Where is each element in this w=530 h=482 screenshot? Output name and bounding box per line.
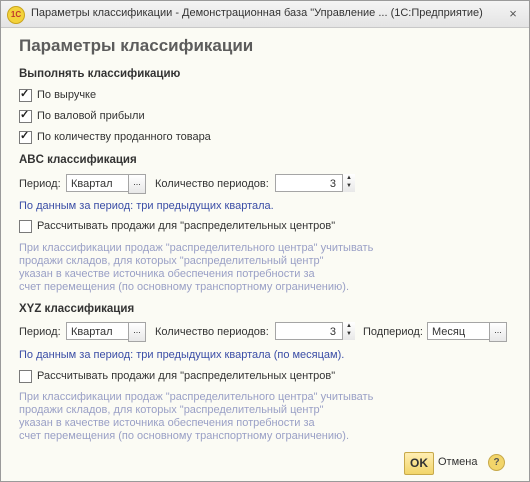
checkbox-label: По выручке [37, 89, 97, 101]
xyz-count-input[interactable]: 3 ▲ ▼ [275, 322, 355, 340]
dialog-window: 1С Параметры классификации - Демонстраци… [0, 0, 530, 482]
xyz-count-spinner[interactable]: ▲ ▼ [342, 322, 355, 340]
xyz-count-value: 3 [329, 326, 336, 338]
checkbox-gross-profit[interactable]: По валовой прибыли [19, 108, 145, 124]
checkbox-icon[interactable] [19, 219, 32, 233]
checkbox-icon[interactable] [19, 87, 32, 102]
abc-period-label: Период: [19, 178, 61, 190]
abc-count-label: Количество периодов: [155, 178, 269, 190]
checkbox-icon[interactable] [19, 108, 32, 123]
abc-count-spinner[interactable]: ▲ ▼ [342, 174, 355, 192]
checkbox-label: По количеству проданного товара [37, 131, 211, 143]
checkbox-label: По валовой прибыли [37, 110, 145, 122]
xyz-period-input[interactable]: Квартал ... [66, 322, 146, 342]
xyz-dc-checkbox[interactable]: Рассчитывать продажи для "распределитель… [19, 368, 335, 384]
abc-period-input[interactable]: Квартал ... [66, 174, 146, 194]
checkbox-label: Рассчитывать продажи для "распределитель… [37, 370, 336, 382]
abc-count-value: 3 [329, 178, 336, 190]
checkbox-icon[interactable] [19, 129, 32, 144]
xyz-subperiod-label: Подпериод: [363, 326, 423, 338]
spin-up-icon[interactable]: ▲ [343, 322, 355, 330]
hint-line: продажи складов, для которых "распредели… [19, 255, 324, 267]
spin-down-icon[interactable]: ▼ [343, 330, 355, 338]
1c-logo-icon: 1С [7, 6, 25, 24]
checkbox-quantity-sold[interactable]: По количеству проданного товара [19, 129, 211, 145]
title-bar: 1С Параметры классификации - Демонстраци… [1, 1, 529, 28]
xyz-period-info: По данным за период: три предыдущих квар… [19, 349, 345, 361]
hint-line: счет перемещения (по основному транспорт… [19, 430, 349, 442]
hint-line: При классификации продаж "распределитель… [19, 242, 374, 254]
xyz-heading: XYZ классификация [19, 303, 135, 315]
abc-dc-checkbox[interactable]: Рассчитывать продажи для "распределитель… [19, 218, 335, 234]
hint-line: счет перемещения (по основному транспорт… [19, 281, 349, 293]
hint-line: указан в качестве источника обеспечения … [19, 417, 315, 429]
xyz-count-label: Количество периодов: [155, 326, 269, 338]
help-icon[interactable]: ? [488, 454, 505, 471]
xyz-hint: При классификации продаж "распределитель… [19, 391, 373, 443]
classify-heading: Выполнять классификацию [19, 68, 181, 80]
xyz-period-label: Период: [19, 326, 61, 338]
spin-down-icon[interactable]: ▼ [343, 182, 355, 190]
hint-line: продажи складов, для которых "распредели… [19, 404, 324, 416]
hint-line: При классификации продаж "распределитель… [19, 391, 374, 403]
spin-up-icon[interactable]: ▲ [343, 174, 355, 182]
checkbox-icon[interactable] [19, 369, 32, 383]
form-title: Параметры классификации [19, 36, 254, 55]
hint-line: указан в качестве источника обеспечения … [19, 268, 315, 280]
abc-period-info: По данным за период: три предыдущих квар… [19, 200, 274, 212]
cancel-button[interactable]: Отмена [438, 456, 477, 468]
ok-button[interactable]: OK [404, 452, 434, 475]
abc-hint: При классификации продаж "распределитель… [19, 242, 373, 294]
xyz-subperiod-select-button[interactable]: ... [489, 322, 507, 342]
checkbox-revenue[interactable]: По выручке [19, 87, 96, 103]
checkbox-label: Рассчитывать продажи для "распределитель… [37, 220, 336, 232]
abc-heading: ABC классификация [19, 154, 137, 166]
xyz-period-select-button[interactable]: ... [128, 322, 146, 342]
abc-count-input[interactable]: 3 ▲ ▼ [275, 174, 355, 192]
abc-period-select-button[interactable]: ... [128, 174, 146, 194]
close-icon[interactable]: × [505, 6, 521, 22]
xyz-subperiod-input[interactable]: Месяц ... [427, 322, 507, 342]
window-title: Параметры классификации - Демонстрационн… [31, 7, 483, 19]
